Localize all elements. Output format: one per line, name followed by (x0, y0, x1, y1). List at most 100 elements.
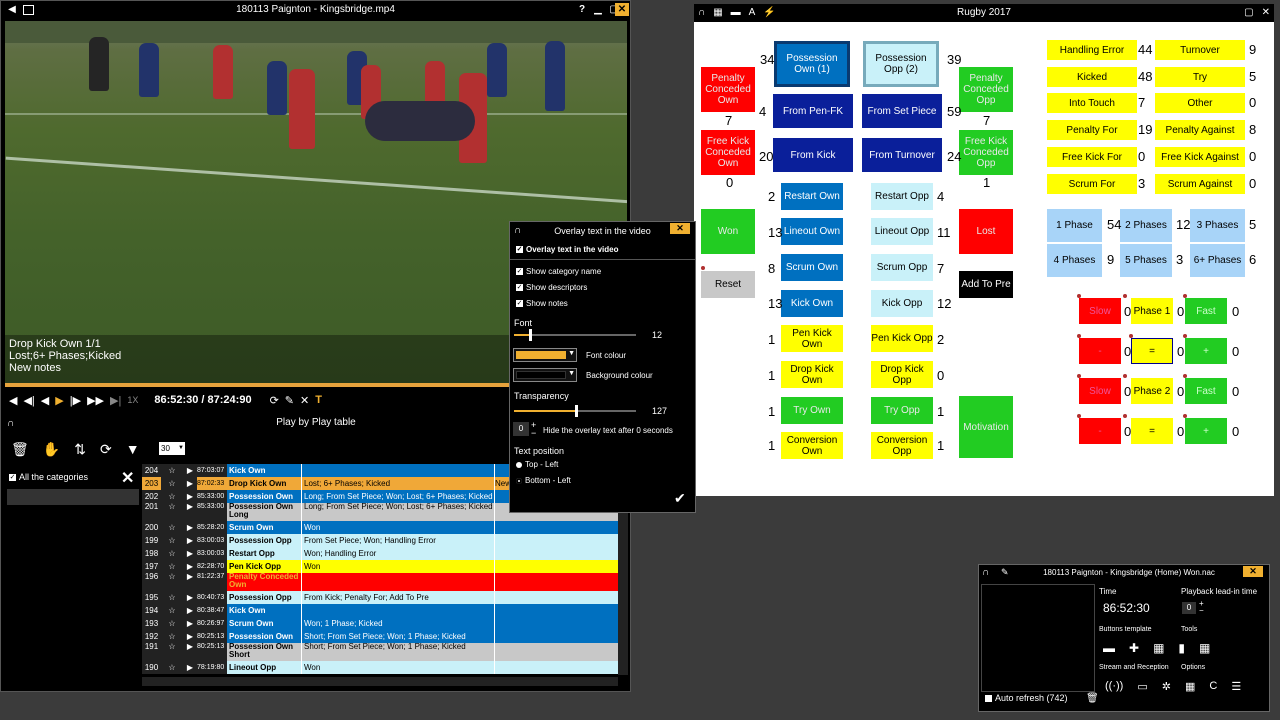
text-overlay-icon[interactable]: T (315, 394, 322, 406)
settings-sliders-icon[interactable]: ☰ (1231, 680, 1241, 693)
show-category-checkbox[interactable]: ✓ (516, 268, 523, 275)
show-descriptors-checkbox[interactable]: ✓ (516, 284, 523, 291)
position-top-left-row[interactable]: Top - Left (516, 460, 558, 469)
radio-bottom-left[interactable] (516, 477, 522, 484)
draw-icon[interactable]: ✎ (285, 394, 294, 407)
fast-2-button[interactable]: Fast (1185, 378, 1227, 404)
scrum-for-button[interactable]: Scrum For (1047, 174, 1137, 194)
star-icon[interactable]: ☆ (161, 464, 183, 477)
clear-icon[interactable]: ✋ (43, 441, 60, 458)
slow-1-button[interactable]: Slow (1079, 298, 1121, 324)
kicked-button[interactable]: Kicked (1047, 67, 1137, 87)
speed-label[interactable]: 1X (127, 395, 138, 405)
play-row-icon[interactable]: ▶ (183, 547, 197, 560)
table-hscrollbar[interactable] (142, 677, 618, 686)
help-button[interactable]: ? (575, 3, 589, 16)
restart-opp-button[interactable]: Restart Opp (871, 183, 933, 210)
from-pen-fk-button[interactable]: From Pen-FK (773, 94, 853, 128)
free-kick-for-button[interactable]: Free Kick For (1047, 147, 1137, 167)
font-colour-swatch[interactable]: ▼ (513, 348, 577, 362)
overlay-enable-row[interactable]: ✓ Overlay text in the video (516, 245, 618, 254)
star-icon[interactable]: ☆ (161, 521, 183, 534)
phases-3-button[interactable]: 3 Phases (1190, 209, 1245, 242)
kick-opp-button[interactable]: Kick Opp (871, 290, 933, 317)
link-icon[interactable]: ⚡ (763, 7, 775, 18)
table-row[interactable]: 195 ☆ ▶ 80:40:73 Possession Opp From Kick; Pe… (142, 591, 618, 604)
next-frame-icon[interactable]: |▶ (70, 394, 81, 407)
from-set-piece-button[interactable]: From Set Piece (862, 94, 942, 128)
sort-icon[interactable]: ⇅ (74, 441, 86, 458)
confirm-check-icon[interactable]: ✔ (674, 490, 686, 507)
other-button[interactable]: Other (1155, 93, 1245, 113)
phase2-mid-button[interactable]: Phase 2 (1131, 378, 1173, 404)
play-row-icon[interactable]: ▶ (183, 661, 197, 674)
table-row[interactable]: 194 ☆ ▶ 80:38:47 Kick Own (142, 604, 618, 617)
play-icon[interactable]: ▶ (55, 394, 63, 407)
lost-button[interactable]: Lost (959, 209, 1013, 254)
folder-icon[interactable]: ▬ (731, 7, 741, 18)
won-button[interactable]: Won (701, 209, 755, 254)
filter-icon[interactable]: ▼ (126, 441, 140, 458)
drop-kick-own-button[interactable]: Drop Kick Own (781, 361, 843, 388)
font-slider-handle[interactable] (528, 329, 532, 341)
yellow-b-button[interactable]: = (1131, 418, 1173, 444)
green-b-button[interactable]: + (1185, 418, 1227, 444)
try-own-button[interactable]: Try Own (781, 397, 843, 424)
show-notes-row[interactable]: ✓ Show notes (516, 299, 568, 308)
red-a-button[interactable]: - (1079, 338, 1121, 364)
overlay-enable-checkbox[interactable]: ✓ (516, 246, 523, 253)
grid-icon[interactable]: ▦ (713, 7, 722, 18)
text-icon[interactable]: A (749, 7, 756, 18)
refresh-icon[interactable]: C (1209, 680, 1217, 693)
transparency-slider-handle[interactable] (575, 405, 578, 417)
phases-4-button[interactable]: 4 Phases (1047, 244, 1102, 277)
all-categories-row[interactable]: ✓ All the categories (9, 472, 88, 482)
play-row-icon[interactable]: ▶ (183, 604, 197, 617)
mute-icon[interactable]: ✕ (300, 394, 309, 407)
reset-button[interactable]: Reset (701, 271, 755, 298)
gear-icon[interactable]: ✲ (1162, 680, 1171, 693)
stepper-arrows-icon[interactable]: + − (531, 421, 536, 438)
phases-5-button[interactable]: 5 Phases (1120, 244, 1172, 277)
show-category-row[interactable]: ✓ Show category name (516, 267, 601, 276)
table-row[interactable]: 190 ☆ ▶ 78:19:80 Lineout Opp Won (142, 661, 618, 674)
leadin-stepper[interactable]: 0 (1182, 602, 1196, 614)
star-icon[interactable]: ☆ (161, 477, 183, 490)
category-search-input[interactable] (7, 489, 139, 505)
hide-seconds-stepper[interactable]: 0 (513, 422, 529, 436)
red-b-button[interactable]: - (1079, 418, 1121, 444)
chart-icon[interactable]: ▮ (1178, 641, 1185, 655)
add-icon[interactable]: ✚ (1129, 641, 1139, 655)
play-row-icon[interactable]: ▶ (183, 534, 197, 547)
star-icon[interactable]: ☆ (161, 547, 183, 560)
phase1-mid-button[interactable]: Phase 1 (1131, 298, 1173, 324)
restart-own-button[interactable]: Restart Own (781, 183, 843, 210)
motivation-button[interactable]: Motivation (959, 396, 1013, 458)
pen-kick-own-button[interactable]: Pen Kick Own (781, 325, 843, 352)
leadin-stepper-arrows-icon[interactable]: + − (1199, 600, 1204, 615)
penalty-against-button[interactable]: Penalty Against (1155, 120, 1245, 140)
try-button[interactable]: Try (1155, 67, 1245, 87)
pen-kick-opp-button[interactable]: Pen Kick Opp (871, 325, 933, 352)
play-row-icon[interactable]: ▶ (183, 617, 197, 630)
slow-2-button[interactable]: Slow (1079, 378, 1121, 404)
star-icon[interactable]: ☆ (161, 534, 183, 547)
edit-icon[interactable]: ✎ (1001, 567, 1009, 578)
previous-frame-icon[interactable]: ◀| (23, 394, 34, 407)
yellow-a-button[interactable]: = (1131, 338, 1173, 364)
play-row-icon[interactable]: ▶ (183, 591, 197, 604)
trash-icon[interactable]: 🗑 (11, 441, 29, 458)
show-notes-checkbox[interactable]: ✓ (516, 300, 523, 307)
minimize-button[interactable]: ▁ (591, 3, 605, 16)
dialog-close-button[interactable]: ✕ (670, 223, 690, 234)
cast-icon[interactable]: ▭ (1137, 680, 1147, 693)
auto-refresh-row[interactable]: Auto refresh (742) (985, 693, 1068, 703)
kick-own-button[interactable]: Kick Own (781, 290, 843, 317)
turnover-button[interactable]: Turnover (1155, 40, 1245, 60)
antenna-icon[interactable]: ((·)) (1105, 680, 1123, 693)
all-categories-checkbox[interactable]: ✓ (9, 473, 16, 481)
lineout-opp-button[interactable]: Lineout Opp (871, 218, 933, 245)
close-button[interactable]: ✕ (615, 3, 629, 16)
penalty-conceded-opp-button[interactable]: Penalty Conceded Opp (959, 67, 1013, 112)
volume-icon[interactable]: ◀ (9, 394, 17, 407)
